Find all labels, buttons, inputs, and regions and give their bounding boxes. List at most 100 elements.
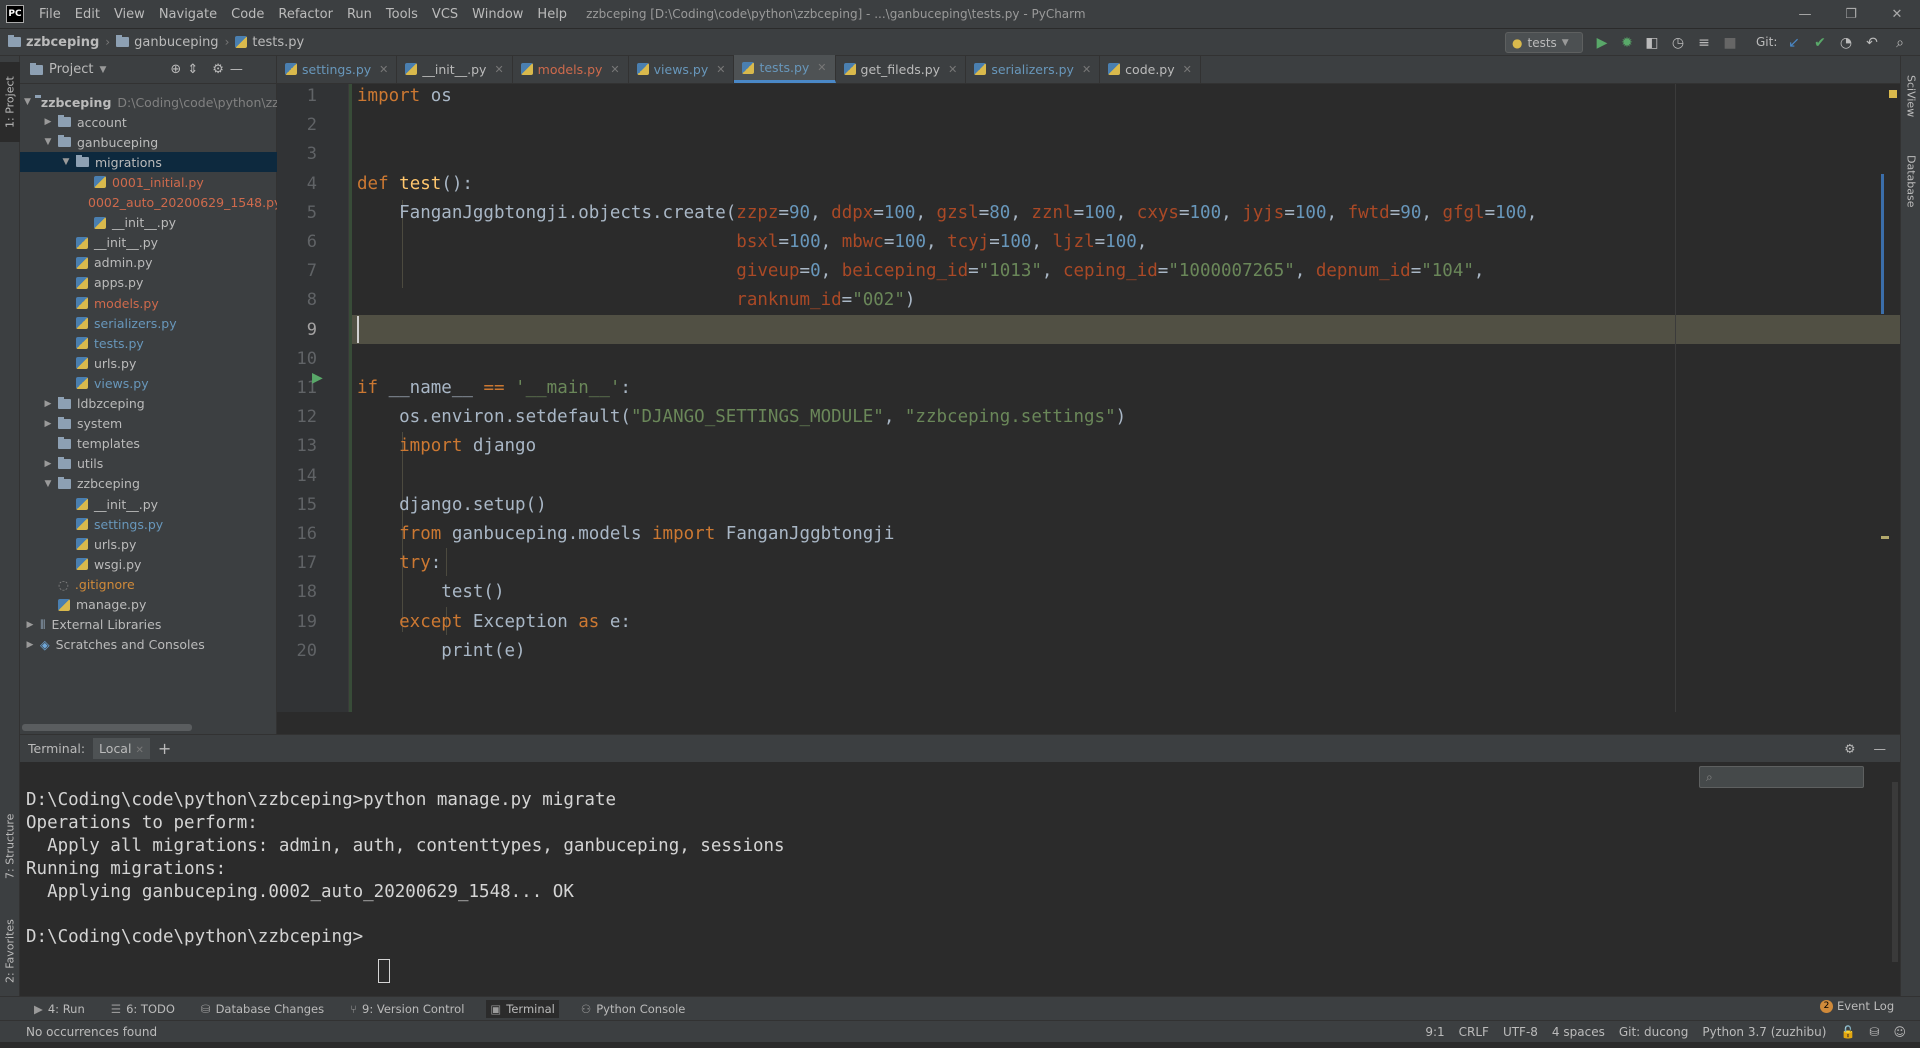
memory-icon[interactable]: ⛁ — [1869, 1025, 1879, 1039]
tree-item[interactable]: urls.py — [20, 534, 277, 554]
terminal-search-input[interactable]: ⌕ — [1699, 766, 1864, 788]
tree-item[interactable]: ▶ ⦀ External Libraries — [20, 615, 277, 635]
menu-window[interactable]: Window — [465, 7, 530, 22]
python-interpreter[interactable]: Python 3.7 (zuzhibu) — [1702, 1025, 1826, 1039]
menu-help[interactable]: Help — [530, 7, 574, 22]
tree-item[interactable]: ▶ ◈ Scratches and Consoles — [20, 635, 277, 655]
menu-code[interactable]: Code — [224, 7, 271, 22]
tree-item[interactable]: ▼ ganbuceping — [20, 132, 277, 152]
menu-view[interactable]: View — [107, 7, 152, 22]
expand-arrow-icon[interactable]: ▼ — [60, 157, 72, 167]
file-encoding[interactable]: UTF-8 — [1503, 1025, 1538, 1039]
bottom-tab[interactable]: ▶ 4: Run — [30, 1000, 89, 1018]
terminal-output[interactable]: ⌕ D:\Coding\code\python\zzbceping>python… — [20, 762, 1900, 996]
caret-position[interactable]: 9:1 — [1425, 1025, 1444, 1039]
bottom-tab[interactable]: ☰ 6: TODO — [107, 1000, 179, 1018]
expand-arrow-icon[interactable]: ▶ — [42, 399, 54, 409]
tree-item[interactable]: urls.py — [20, 353, 277, 373]
minimize-icon[interactable]: — — [1782, 0, 1828, 28]
tool-tab-favorites[interactable]: 2: Favorites — [0, 906, 20, 996]
expand-arrow-icon[interactable]: ▶ — [42, 419, 54, 429]
close-tab-icon[interactable]: ✕ — [379, 63, 388, 76]
code-editor[interactable]: 1 2 3 4 5 6 7 8 9 10 11 12 13 14 15 16 17 18 19 20 ▶ import… — [277, 84, 1900, 712]
expand-arrow-icon[interactable]: ▼ — [42, 137, 54, 147]
tree-item[interactable]: wsgi.py — [20, 554, 277, 574]
tree-item[interactable]: apps.py — [20, 273, 277, 293]
close-tab-icon[interactable]: ✕ — [1082, 63, 1091, 76]
locate-icon[interactable]: ⊕ — [170, 62, 181, 77]
menu-tools[interactable]: Tools — [379, 7, 425, 22]
indent-setting[interactable]: 4 spaces — [1552, 1025, 1605, 1039]
tree-item[interactable]: templates — [20, 434, 277, 454]
history-icon[interactable]: ◔ — [1836, 33, 1856, 53]
project-view-dropdown[interactable]: Project — [49, 62, 93, 77]
breadcrumb-project[interactable]: zzbceping — [8, 35, 99, 50]
horizontal-scrollbar[interactable] — [22, 724, 192, 731]
bottom-tab[interactable]: ⚇ Python Console — [577, 1000, 689, 1018]
profile-icon[interactable]: ◷ — [1668, 33, 1688, 53]
breadcrumb-file[interactable]: tests.py — [235, 35, 304, 50]
tree-item[interactable]: views.py — [20, 373, 277, 393]
editor-tab[interactable]: code.py ✕ — [1100, 55, 1201, 83]
build-icon[interactable]: ≡ — [1694, 33, 1714, 53]
expand-arrow-icon[interactable]: ▶ — [24, 620, 36, 630]
tree-item[interactable]: ◌ .gitignore — [20, 574, 277, 594]
tree-item[interactable]: admin.py — [20, 253, 277, 273]
tree-item[interactable]: settings.py — [20, 514, 277, 534]
hide-icon[interactable]: — — [1874, 741, 1887, 756]
rollback-icon[interactable]: ↶ — [1862, 33, 1882, 53]
lock-icon[interactable]: 🔓 — [1840, 1025, 1855, 1039]
coverage-icon[interactable]: ◧ — [1642, 33, 1662, 53]
inspection-status-icon[interactable] — [1889, 90, 1897, 98]
collapse-icon[interactable]: ⇕ — [187, 62, 198, 77]
git-update-icon[interactable]: ↙ — [1784, 33, 1804, 53]
menu-run[interactable]: Run — [340, 7, 379, 22]
line-separator[interactable]: CRLF — [1459, 1025, 1489, 1039]
new-terminal-icon[interactable]: + — [158, 739, 171, 758]
menu-navigate[interactable]: Navigate — [152, 7, 224, 22]
bottom-tab[interactable]: ⛁ Database Changes — [197, 1000, 328, 1018]
close-tab-icon[interactable]: ✕ — [716, 63, 725, 76]
restore-icon[interactable]: ❐ — [1828, 0, 1874, 28]
menu-edit[interactable]: Edit — [68, 7, 107, 22]
tree-item[interactable]: ▶ utils — [20, 454, 277, 474]
expand-arrow-icon[interactable]: ▼ — [42, 479, 54, 489]
close-tab-icon[interactable]: ✕ — [948, 63, 957, 76]
breadcrumb-folder[interactable]: ganbuceping — [116, 35, 219, 50]
tool-tab-structure[interactable]: 7: Structure — [0, 796, 20, 896]
notifications-icon[interactable]: ☺ — [1893, 1025, 1906, 1039]
editor-tab[interactable]: views.py ✕ — [629, 55, 735, 83]
close-tab-icon[interactable]: ✕ — [817, 61, 826, 74]
hide-icon[interactable]: — — [230, 62, 243, 77]
editor-tab[interactable]: serializers.py ✕ — [966, 55, 1101, 83]
tree-item[interactable]: __init__.py — [20, 213, 277, 233]
tree-item[interactable]: tests.py — [20, 333, 277, 353]
editor-tab[interactable]: settings.py ✕ — [277, 55, 398, 83]
tree-item[interactable]: ▶ account — [20, 112, 277, 132]
tree-item[interactable]: ▼ zzbceping D:\Coding\code\python\zzbcepin… — [20, 92, 277, 112]
expand-arrow-icon[interactable]: ▶ — [24, 640, 36, 650]
tree-item[interactable]: ▼ migrations — [20, 152, 277, 173]
tree-item[interactable]: ▶ system — [20, 414, 277, 434]
close-tab-icon[interactable]: ✕ — [610, 63, 619, 76]
menu-vcs[interactable]: VCS — [425, 7, 465, 22]
tree-item[interactable]: serializers.py — [20, 313, 277, 333]
gear-icon[interactable]: ⚙ — [1844, 741, 1855, 756]
editor-tab[interactable]: get_fileds.py ✕ — [836, 55, 967, 83]
event-log-button[interactable]: 2 Event Log — [1820, 999, 1894, 1013]
tree-item[interactable]: __init__.py — [20, 494, 277, 514]
close-tab-icon[interactable]: ✕ — [494, 63, 503, 76]
bottom-tab[interactable]: ▣ Terminal — [486, 999, 559, 1018]
tree-item[interactable]: ▶ ldbzceping — [20, 394, 277, 414]
run-icon[interactable]: ▶ — [1592, 33, 1612, 53]
menu-file[interactable]: File — [32, 7, 68, 22]
debug-icon[interactable]: ✹ — [1617, 33, 1637, 53]
run-configuration-dropdown[interactable]: ● tests ▼ — [1505, 32, 1583, 53]
bottom-tab[interactable]: ⑂ 9: Version Control — [346, 1000, 468, 1018]
expand-arrow-icon[interactable]: ▼ — [24, 97, 31, 107]
expand-arrow-icon[interactable]: ▶ — [42, 117, 54, 127]
tool-tab-project[interactable]: 1: Project — [0, 62, 20, 142]
git-commit-icon[interactable]: ✔ — [1810, 33, 1830, 53]
menu-refactor[interactable]: Refactor — [271, 7, 340, 22]
tool-tab-sciview[interactable]: SciView — [1901, 66, 1920, 126]
